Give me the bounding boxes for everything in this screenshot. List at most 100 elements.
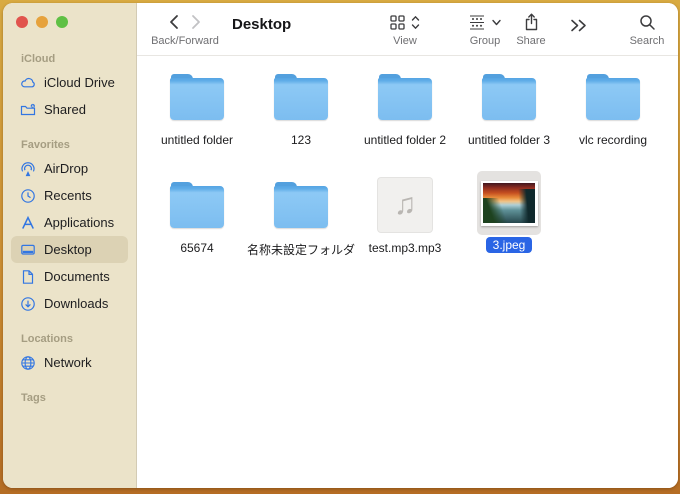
file-name: untitled folder <box>161 133 233 147</box>
applications-icon <box>19 214 37 232</box>
share-button[interactable]: Share <box>506 11 556 47</box>
sidebar-item-label: Documents <box>44 269 110 284</box>
folder-icon <box>274 176 328 234</box>
file-tile-untitled-folder-3[interactable]: untitled folder 3 <box>457 68 561 176</box>
view-button[interactable]: View <box>375 11 435 47</box>
file-tile-untitled-folder[interactable]: untitled folder <box>145 68 249 176</box>
sidebar-item-downloads[interactable]: Downloads <box>11 290 128 317</box>
sidebar: iCloud iCloud Drive Shared Favorites AirDrop… <box>3 3 137 488</box>
file-tile-untitled-folder-2[interactable]: untitled folder 2 <box>353 68 457 176</box>
sidebar-section-locations: Locations Network <box>3 329 136 376</box>
folder-icon <box>482 68 536 126</box>
file-name: untitled folder 3 <box>468 133 550 147</box>
sidebar-item-desktop[interactable]: Desktop <box>11 236 128 263</box>
sidebar-item-applications[interactable]: Applications <box>11 209 128 236</box>
sidebar-item-label: iCloud Drive <box>44 75 115 90</box>
sidebar-section-icloud: iCloud iCloud Drive Shared <box>3 49 136 123</box>
selection-highlight <box>477 171 541 235</box>
search-label: Search <box>630 35 665 47</box>
file-grid: untitled folder 123 untitled folder 2 untit… <box>137 56 678 488</box>
file-tile-123[interactable]: 123 <box>249 68 353 176</box>
sidebar-item-label: AirDrop <box>44 161 88 176</box>
back-forward-label: Back/Forward <box>151 35 219 47</box>
file-name: untitled folder 2 <box>364 133 446 147</box>
folder-icon <box>274 68 328 126</box>
file-name: 名称未設定フォルダ <box>247 241 355 258</box>
audio-file-icon: ♫ <box>377 176 433 234</box>
search-icon <box>639 14 656 31</box>
folder-icon <box>274 74 328 121</box>
chevron-left-icon <box>171 16 177 28</box>
music-note-icon: ♫ <box>377 177 433 233</box>
toolbar: Back/Forward Desktop View Group <box>137 3 678 56</box>
image-thumbnail <box>477 176 541 234</box>
share-label: Share <box>516 35 545 47</box>
view-label: View <box>393 35 417 47</box>
sidebar-sections: iCloud iCloud Drive Shared Favorites AirDrop… <box>3 49 136 488</box>
chevron-down-icon <box>492 19 501 26</box>
file-name-selected: 3.jpeg <box>486 237 533 253</box>
sidebar-item-documents[interactable]: Documents <box>11 263 128 290</box>
search-button[interactable]: Search <box>617 11 677 47</box>
sidebar-item-label: Shared <box>44 102 86 117</box>
sort-chevrons-icon <box>411 15 420 30</box>
desktop-icon <box>19 241 37 259</box>
forward-button[interactable] <box>191 14 202 30</box>
sidebar-section-header-favorites: Favorites <box>3 135 136 155</box>
sidebar-item-label: Network <box>44 355 92 370</box>
folder-icon <box>586 74 640 121</box>
double-chevron-right-icon <box>570 18 588 33</box>
folder-icon <box>170 176 224 234</box>
grid-view-icon <box>390 15 405 30</box>
window-title: Desktop <box>232 16 291 33</box>
chevron-right-icon <box>193 16 199 28</box>
shared-folder-icon <box>19 101 37 119</box>
folder-icon <box>170 182 224 229</box>
traffic-lights <box>16 16 68 28</box>
sidebar-item-network[interactable]: Network <box>11 349 128 376</box>
back-forward-control: Back/Forward <box>145 11 225 47</box>
photo-thumbnail-icon <box>481 181 538 226</box>
minimize-button[interactable] <box>36 16 48 28</box>
document-icon <box>19 268 37 286</box>
zoom-button[interactable] <box>56 16 68 28</box>
folder-icon <box>274 182 328 229</box>
file-tile-item[interactable]: 名称未設定フォルダ <box>249 176 353 284</box>
file-name: 123 <box>291 133 311 147</box>
more-toolbar-items-button[interactable] <box>565 14 593 36</box>
folder-icon <box>378 74 432 121</box>
finder-window: iCloud iCloud Drive Shared Favorites AirDrop… <box>3 3 678 488</box>
sidebar-section-header-locations: Locations <box>3 329 136 349</box>
file-tile-65674[interactable]: 65674 <box>145 176 249 284</box>
folder-icon <box>482 74 536 121</box>
group-by-icon <box>469 15 485 30</box>
file-name: 65674 <box>180 241 213 255</box>
sidebar-section-header-tags: Tags <box>3 388 136 408</box>
file-tile-3-jpeg[interactable]: 3.jpeg <box>457 176 561 284</box>
back-button[interactable] <box>168 14 179 30</box>
folder-icon <box>378 68 432 126</box>
sidebar-section-header-icloud: iCloud <box>3 49 136 69</box>
sidebar-item-icloud-drive[interactable]: iCloud Drive <box>11 69 128 96</box>
file-tile-vlc-recording[interactable]: vlc recording <box>561 68 665 176</box>
file-name: vlc recording <box>579 133 647 147</box>
cloud-icon <box>19 74 37 92</box>
sidebar-item-shared[interactable]: Shared <box>11 96 128 123</box>
airdrop-icon <box>19 160 37 178</box>
sidebar-section-favorites: Favorites AirDrop RecentsApplications Deskt… <box>3 135 136 317</box>
globe-icon <box>19 354 37 372</box>
file-name: test.mp3.mp3 <box>369 241 442 255</box>
folder-icon <box>170 74 224 121</box>
folder-icon <box>170 68 224 126</box>
sidebar-item-recents[interactable]: Recents <box>11 182 128 209</box>
share-icon <box>524 13 539 31</box>
close-button[interactable] <box>16 16 28 28</box>
sidebar-item-airdrop[interactable]: AirDrop <box>11 155 128 182</box>
clock-icon <box>19 187 37 205</box>
sidebar-item-label: Downloads <box>44 296 108 311</box>
group-label: Group <box>470 35 501 47</box>
sidebar-item-label: Desktop <box>44 242 92 257</box>
sidebar-section-tags: Tags <box>3 388 136 408</box>
file-tile-test-mp3-mp3[interactable]: ♫ test.mp3.mp3 <box>353 176 457 284</box>
folder-icon <box>586 68 640 126</box>
